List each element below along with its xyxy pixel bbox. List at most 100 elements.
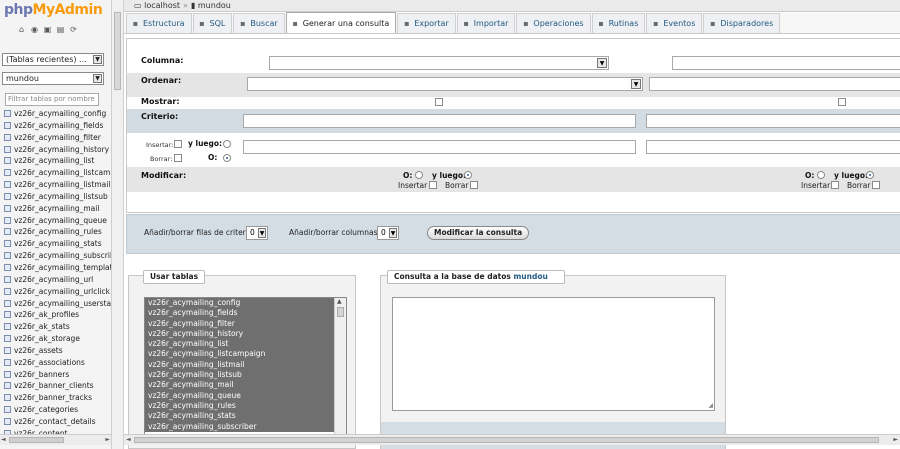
query-window-icon[interactable]: ▣	[43, 25, 52, 34]
and-radio[interactable]	[223, 140, 231, 148]
scroll-up-icon[interactable]: ▲	[337, 298, 342, 305]
breadcrumb-server[interactable]: localhost	[144, 1, 180, 10]
show-checkbox-2[interactable]	[838, 98, 846, 106]
scroll-right-icon[interactable]: ►	[105, 436, 110, 443]
columns-select[interactable]: 0 ▼	[377, 226, 399, 240]
sort-select-2[interactable]	[649, 77, 900, 91]
nav-table-item[interactable]: vz26r_categories	[2, 404, 111, 416]
scroll-left-icon[interactable]: ◄	[126, 436, 131, 443]
tab-disparadores[interactable]: ▪ Disparadores	[703, 13, 781, 33]
nav-table-item[interactable]: vz26r_acymailing_filter	[2, 132, 111, 144]
tab-exportar[interactable]: ▪ Exportar	[397, 13, 456, 33]
criteria-input-3[interactable]	[243, 140, 636, 154]
criteria-input-2[interactable]	[646, 114, 900, 128]
nav-table-item[interactable]: vz26r_acymailing_mail	[2, 203, 111, 215]
tab-sql[interactable]: ▪ SQL	[192, 13, 233, 33]
sort-select-1[interactable]: ▼	[247, 77, 643, 91]
tab-buscar[interactable]: ▪ Buscar	[233, 13, 285, 33]
home-icon[interactable]: ⌂	[17, 25, 26, 34]
nav-table-item[interactable]: vz26r_banner_tracks	[2, 392, 111, 404]
nav-table-item[interactable]: vz26r_acymailing_template	[2, 262, 111, 274]
use-table-option[interactable]: vz26r_acymailing_filter	[145, 318, 335, 329]
tab-eventos[interactable]: ▪ Eventos	[646, 13, 703, 33]
criteria-input-4[interactable]	[646, 140, 900, 154]
filter-tables-input[interactable]: Filtrar tablas por nombre	[5, 93, 99, 106]
nav-table-item[interactable]: vz26r_associations	[2, 357, 111, 369]
nav-horizontal-scrollbar[interactable]: ◄ ►	[0, 434, 111, 445]
use-table-option[interactable]: vz26r_acymailing_config	[145, 298, 335, 309]
nav-table-item[interactable]: vz26r_acymailing_listmail	[2, 179, 111, 191]
or-radio[interactable]	[817, 171, 825, 179]
nav-table-item[interactable]: vz26r_ak_profiles	[2, 309, 111, 321]
rows-select[interactable]: 0 ▼	[246, 226, 268, 240]
scroll-thumb[interactable]	[9, 437, 64, 443]
resize-grip-icon[interactable]: ◢	[708, 402, 713, 409]
nav-table-item[interactable]: vz26r_contact_details	[2, 416, 111, 428]
nav-table-item[interactable]: vz26r_acymailing_list	[2, 155, 111, 167]
list-scrollbar[interactable]: ▲	[334, 298, 346, 436]
nav-table-item[interactable]: vz26r_acymailing_listcampa	[2, 167, 111, 179]
delete-checkbox[interactable]	[174, 154, 182, 162]
scroll-thumb[interactable]	[114, 12, 121, 90]
use-table-option[interactable]: vz26r_acymailing_stats	[145, 411, 335, 422]
mod-insert-checkbox[interactable]	[429, 181, 437, 189]
database-select[interactable]: mundou ▼	[2, 72, 104, 85]
nav-table-item[interactable]: vz26r_acymailing_stats	[2, 238, 111, 250]
tab-operaciones[interactable]: ▪ Operaciones	[516, 13, 591, 33]
nav-table-item[interactable]: vz26r_banners	[2, 369, 111, 381]
logout-icon[interactable]: ◉	[30, 25, 39, 34]
scroll-right-icon[interactable]: ►	[893, 436, 898, 443]
mod-delete-checkbox[interactable]	[470, 181, 478, 189]
insert-checkbox[interactable]	[174, 140, 182, 148]
nav-table-item[interactable]: vz26r_acymailing_urlclick	[2, 286, 111, 298]
panel-splitter-scrollbar[interactable]	[112, 0, 124, 449]
use-table-option[interactable]: vz26r_acymailing_rules	[145, 400, 335, 412]
mod-delete-checkbox[interactable]	[872, 181, 880, 189]
or-radio[interactable]	[223, 154, 231, 162]
use-table-option[interactable]: vz26r_acymailing_history	[145, 328, 335, 340]
nav-table-item[interactable]: vz26r_acymailing_userstats	[2, 298, 111, 310]
use-table-option[interactable]: vz26r_acymailing_queue	[145, 390, 335, 401]
scroll-left-icon[interactable]: ◄	[1, 436, 6, 443]
nav-table-item[interactable]: vz26r_acymailing_fields	[2, 120, 111, 132]
nav-table-item[interactable]: vz26r_acymailing_subscribe	[2, 250, 111, 262]
nav-table-item[interactable]: vz26r_acymailing_history	[2, 144, 111, 156]
sql-query-textarea[interactable]: ◢	[392, 297, 715, 411]
tab-estructura[interactable]: ▪ Estructura	[126, 13, 192, 33]
nav-table-item[interactable]: vz26r_banner_clients	[2, 380, 111, 392]
use-table-option[interactable]: vz26r_acymailing_subscriber	[145, 421, 335, 432]
reload-icon[interactable]: ⟳	[69, 25, 78, 34]
and-radio[interactable]	[866, 171, 874, 179]
use-tables-multiselect[interactable]: vz26r_acymailing_config vz26r_acymailing_…	[144, 297, 347, 437]
main-horizontal-scrollbar[interactable]: ◄ ►	[124, 434, 900, 445]
show-checkbox-1[interactable]	[435, 98, 443, 106]
use-table-option[interactable]: vz26r_acymailing_listsub	[145, 370, 335, 381]
nav-table-item[interactable]: vz26r_acymailing_url	[2, 274, 111, 286]
use-table-option[interactable]: vz26r_acymailing_listmail	[145, 359, 335, 371]
scroll-thumb[interactable]	[134, 437, 879, 443]
column-select-2[interactable]	[672, 56, 900, 70]
phpmyadmin-logo[interactable]: phpMyAdmin	[4, 2, 103, 18]
nav-table-item[interactable]: vz26r_assets	[2, 345, 111, 357]
modify-query-button[interactable]: Modificar la consulta	[427, 226, 530, 240]
use-table-option[interactable]: vz26r_acymailing_list	[145, 339, 335, 350]
or-radio[interactable]	[415, 171, 423, 179]
use-table-option[interactable]: vz26r_acymailing_listcampaign	[145, 349, 335, 360]
criteria-input-1[interactable]	[243, 114, 636, 128]
tab-rutinas[interactable]: ▪ Rutinas	[591, 13, 646, 33]
nav-table-item[interactable]: vz26r_acymailing_listsub	[2, 191, 111, 203]
and-radio[interactable]	[464, 171, 472, 179]
nav-table-item[interactable]: vz26r_ak_stats	[2, 321, 111, 333]
mod-insert-checkbox[interactable]	[831, 181, 839, 189]
nav-table-item[interactable]: vz26r_ak_storage	[2, 333, 111, 345]
column-select-1[interactable]: ▼	[269, 56, 609, 70]
use-table-option[interactable]: vz26r_acymailing_mail	[145, 380, 335, 391]
nav-table-item[interactable]: vz26r_acymailing_rules	[2, 226, 111, 238]
scroll-thumb[interactable]	[337, 307, 344, 317]
use-table-option[interactable]: vz26r_acymailing_fields	[145, 308, 335, 319]
breadcrumb-db[interactable]: mundou	[198, 1, 231, 10]
recent-tables-select[interactable]: (Tablas recientes) ... ▼	[2, 53, 104, 66]
tab-generar-una-consulta[interactable]: ▪ Generar una consulta	[285, 12, 397, 33]
docs-icon[interactable]: ▤	[56, 25, 65, 34]
nav-table-item[interactable]: vz26r_acymailing_queue	[2, 215, 111, 227]
